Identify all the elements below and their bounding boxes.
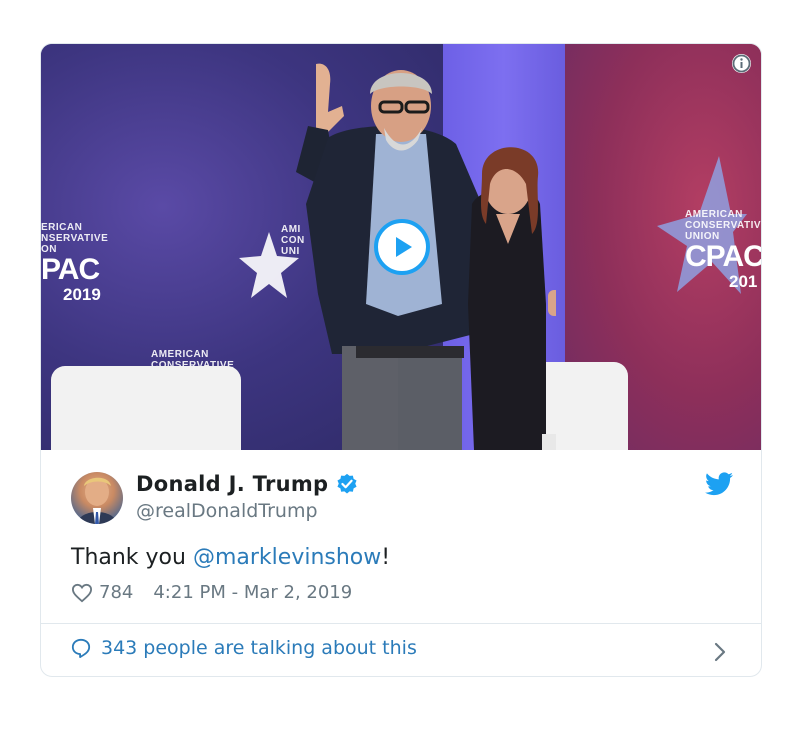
divider	[41, 623, 761, 624]
info-button[interactable]	[732, 54, 751, 73]
mention-link[interactable]: @marklevinshow	[193, 545, 381, 570]
cpac-logo-right: AMERICAN CONSERVATIV UNION CPAC 201	[685, 209, 762, 292]
conversation-text: 343 people are talking about this	[101, 637, 417, 659]
info-icon	[732, 54, 751, 73]
embedded-tweet-card[interactable]: ERICAN NSERVATIVE ON PAC 2019 AMI CON UN…	[40, 43, 762, 677]
heart-icon[interactable]	[71, 583, 93, 603]
cpac-logo-left: ERICAN NSERVATIVE ON PAC 2019	[41, 222, 108, 305]
tweet-meta: 784 4:21 PM - Mar 2, 2019	[71, 582, 352, 603]
cpac-right-year: 201	[729, 272, 758, 291]
avatar[interactable]	[71, 472, 123, 524]
like-count[interactable]: 784	[99, 582, 133, 603]
tweet-header: Donald J. Trump @realDonaldTrump	[71, 472, 741, 528]
chevron-right-icon[interactable]	[713, 641, 727, 663]
cpac-right-line1: AMERICAN	[685, 209, 743, 220]
author-name[interactable]: Donald J. Trump	[136, 472, 358, 496]
cpac-left-big: PAC	[41, 253, 100, 286]
tweet-text: Thank you @marklevinshow!	[71, 545, 390, 570]
tweet-timestamp[interactable]: 4:21 PM - Mar 2, 2019	[153, 582, 352, 603]
profile-photo	[77, 477, 117, 524]
cpac-left-year: 2019	[63, 285, 101, 304]
cpac-right-line3: UNION	[685, 231, 720, 242]
cpac-lower-line1: AMERICAN	[151, 349, 209, 360]
tweet-text-suffix: !	[381, 545, 391, 570]
tweet-text-prefix: Thank you	[71, 545, 193, 570]
twitter-bird-icon[interactable]	[705, 472, 733, 496]
author-name-text: Donald J. Trump	[136, 472, 329, 496]
comment-bubble-icon	[71, 638, 91, 658]
cpac-right-line2: CONSERVATIV	[685, 220, 762, 231]
verified-badge-icon	[337, 473, 357, 494]
play-icon	[396, 237, 412, 257]
tweet-video[interactable]: ERICAN NSERVATIVE ON PAC 2019 AMI CON UN…	[41, 44, 762, 450]
cpac-left-line2: NSERVATIVE	[41, 233, 109, 244]
cpac-left-line1: ERICAN	[41, 222, 83, 233]
cpac-left-line3: ON	[41, 244, 57, 255]
conversation-link[interactable]: 343 people are talking about this	[71, 637, 417, 659]
author-handle[interactable]: @realDonaldTrump	[136, 500, 318, 522]
play-button[interactable]	[374, 219, 430, 275]
cpac-right-big: CPAC	[685, 240, 762, 273]
white-chair-left	[51, 366, 241, 450]
